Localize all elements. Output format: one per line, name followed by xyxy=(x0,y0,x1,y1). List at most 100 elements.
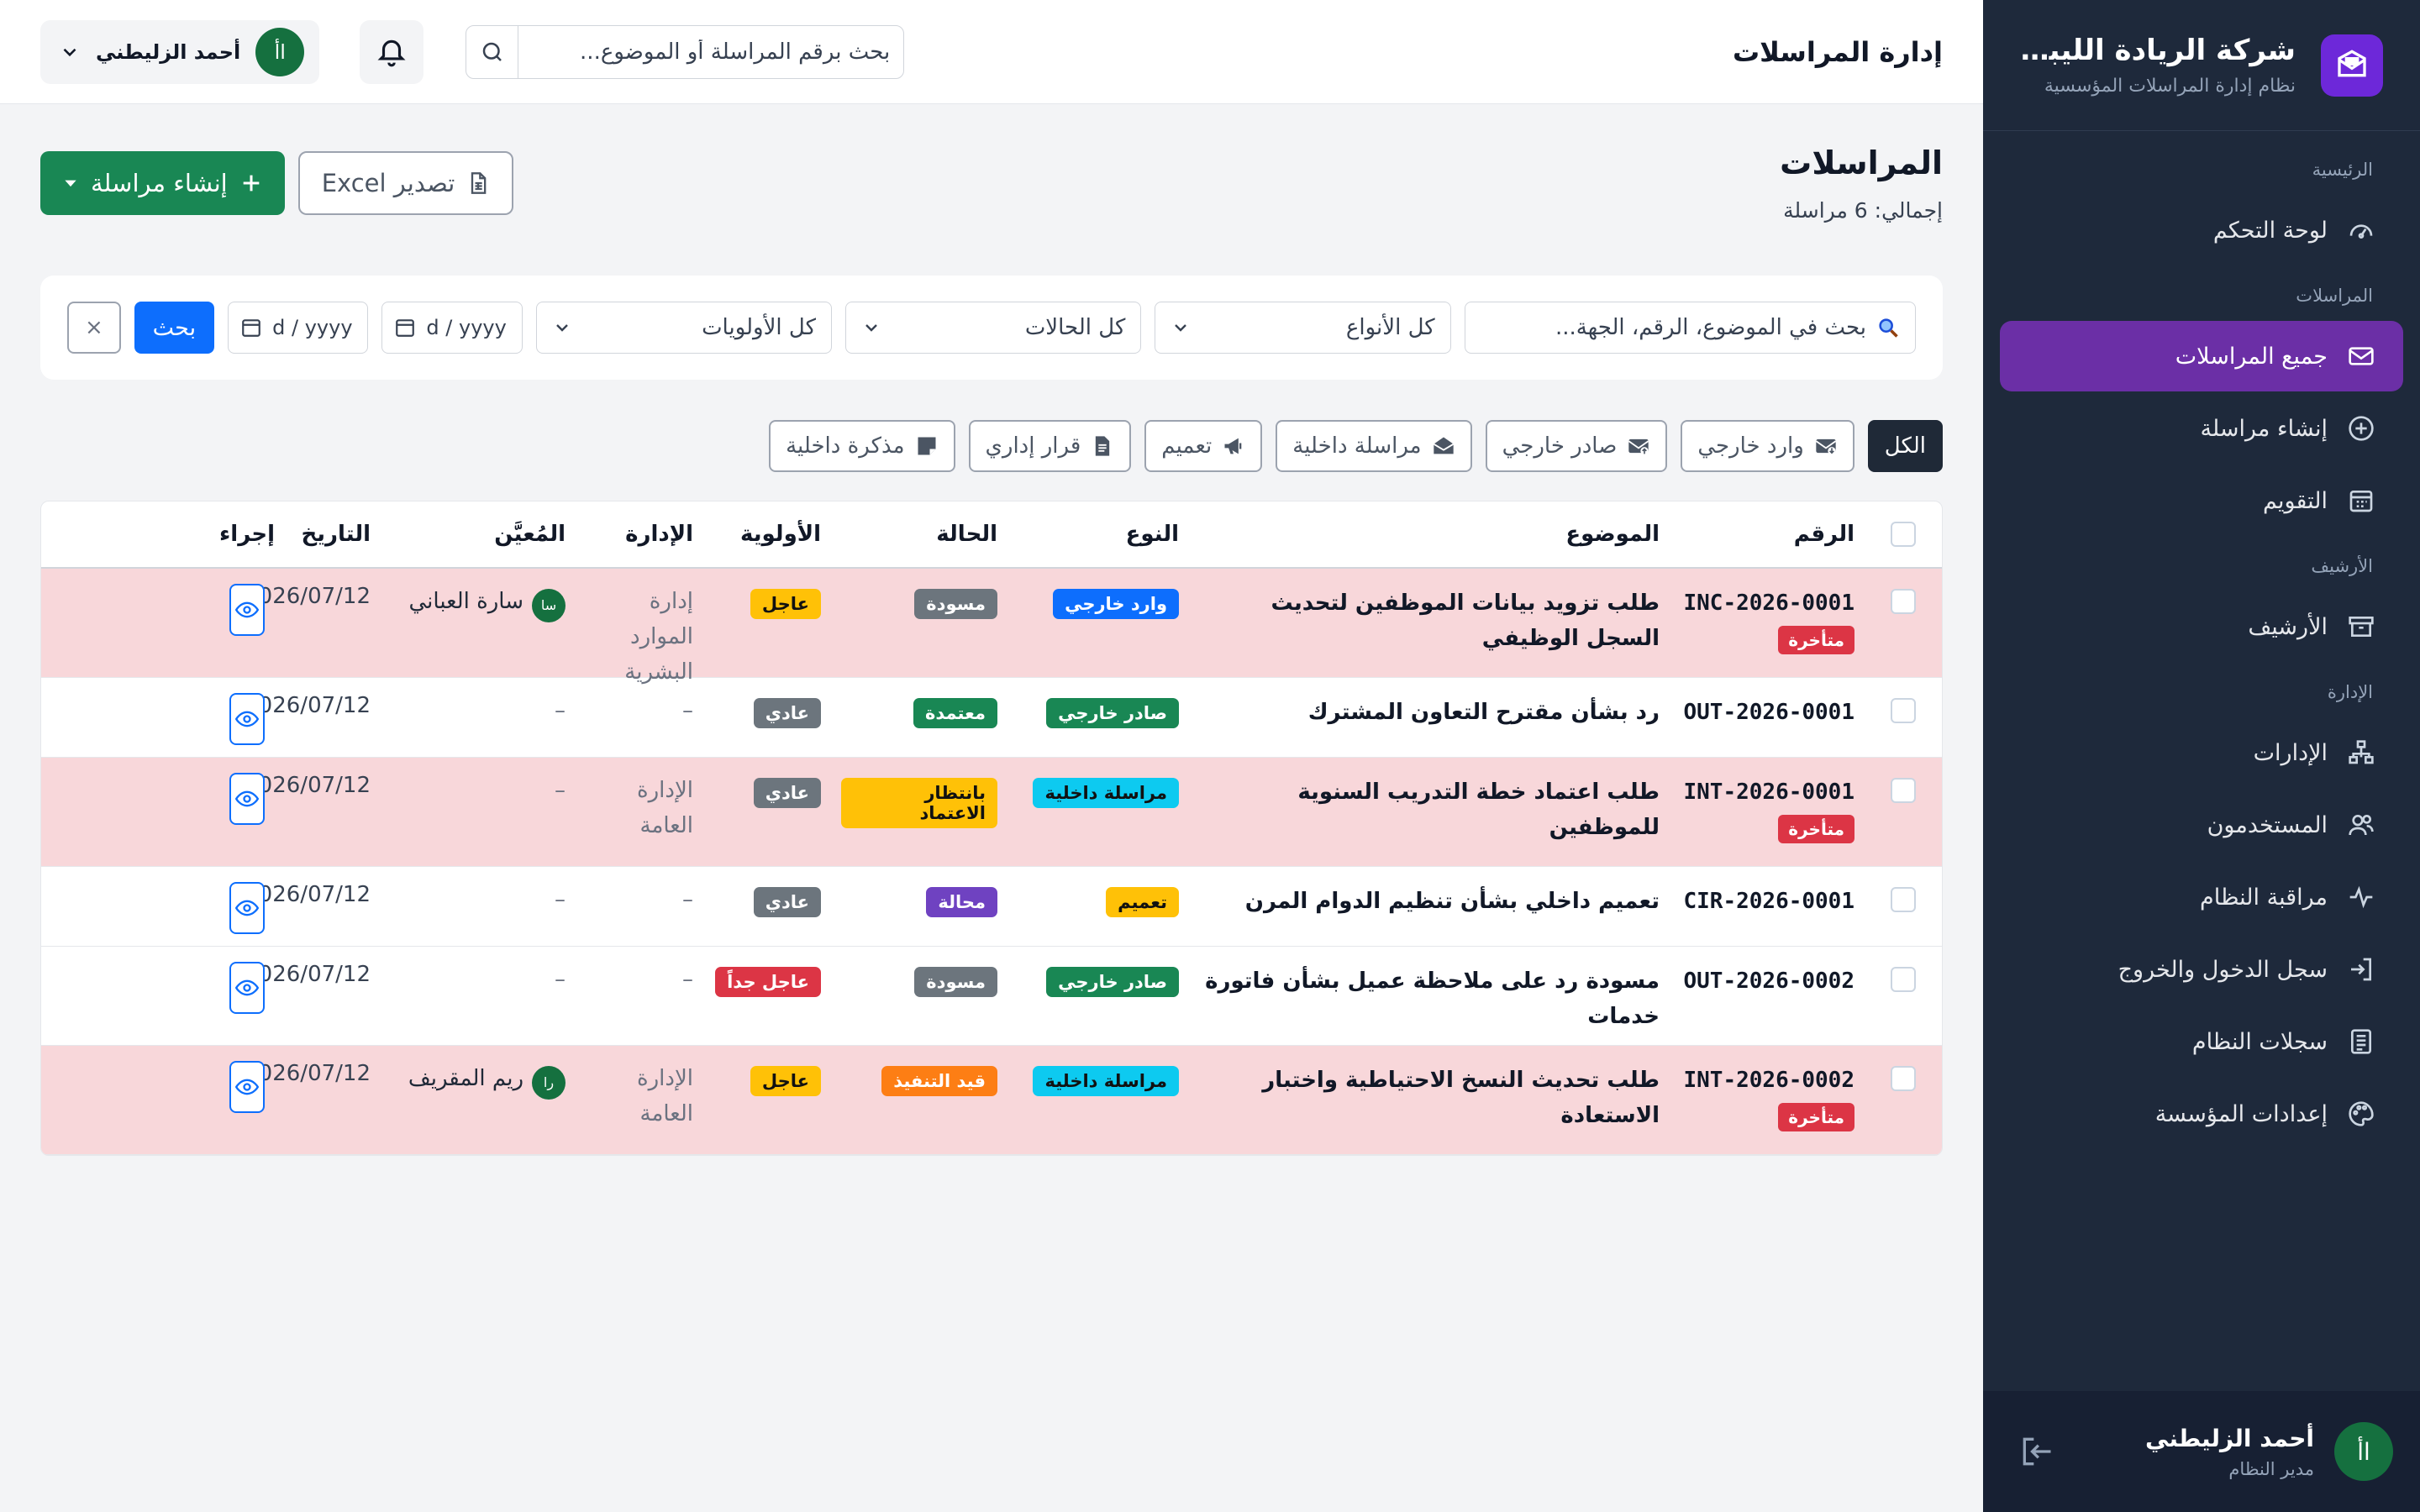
col-assignee: المُعيَّن xyxy=(494,522,566,547)
calendar-icon xyxy=(2346,486,2376,516)
select-all-checkbox[interactable] xyxy=(1891,522,1916,547)
sidebar-item-users[interactable]: المستخدمون xyxy=(2000,790,2403,860)
search-icon xyxy=(480,39,505,65)
priority-badge: عاجل xyxy=(750,1066,821,1096)
login-arrow-icon xyxy=(2346,954,2376,984)
header-search-button[interactable] xyxy=(466,25,519,78)
nav-section-archive: الأرشيف xyxy=(2311,556,2373,576)
chip-outgoing[interactable]: صادر خارجي xyxy=(1485,420,1668,472)
filter-search-button[interactable]: بحث xyxy=(134,302,215,354)
status-badge: مسودة xyxy=(914,967,997,997)
user-name: أحمد الزليطني xyxy=(2145,1424,2314,1452)
notifications-button[interactable] xyxy=(360,19,424,84)
org-chart-icon xyxy=(2346,738,2376,768)
sidebar-item-login-log[interactable]: سجل الدخول والخروج xyxy=(2000,934,2403,1005)
chip-memo[interactable]: مذكرة داخلية xyxy=(769,420,955,472)
correspondence-number[interactable]: INC-2026-0001 xyxy=(1680,591,1855,616)
user-name: أحمد الزليطني xyxy=(96,39,241,64)
correspondence-subject[interactable]: طلب اعتماد خطة التدريب السنوية للموظفين xyxy=(1199,774,1660,845)
sidebar-item-create[interactable]: إنشاء مراسلة xyxy=(2000,393,2403,464)
table-row[interactable]: INT-2026-0002 متأخرة طلب تحديث النسخ الا… xyxy=(41,1046,1942,1155)
row-checkbox[interactable] xyxy=(1891,698,1916,723)
chip-incoming[interactable]: وارد خارجي xyxy=(1681,420,1854,472)
table-row[interactable]: OUT-2026-0001 رد بشأن مقترح التعاون المش… xyxy=(41,678,1942,758)
type-badge: مراسلة داخلية xyxy=(1033,1066,1179,1096)
plus-icon xyxy=(239,171,263,195)
chip-decision[interactable]: قرار إداري xyxy=(968,420,1132,472)
create-label: إنشاء مراسلة xyxy=(91,169,228,197)
chip-label: صادر خارجي xyxy=(1502,433,1618,459)
col-subject: الموضوع xyxy=(1565,522,1660,547)
sidebar-item-dashboard[interactable]: لوحة التحكم xyxy=(2000,195,2403,265)
correspondence-number[interactable]: OUT-2026-0001 xyxy=(1680,700,1855,725)
correspondence-subject[interactable]: مسودة رد على ملاحظة عميل بشأن فاتورة خدم… xyxy=(1199,963,1660,1034)
priority-select[interactable]: كل الأولويات xyxy=(535,302,832,354)
view-button[interactable] xyxy=(229,584,265,636)
filter-search-input[interactable]: بحث في الموضوع، الرقم، الجهة... xyxy=(1464,302,1916,354)
view-button[interactable] xyxy=(229,773,265,825)
sidebar-item-all-correspondence[interactable]: جميع المراسلات xyxy=(2000,321,2403,391)
sidebar-item-monitor[interactable]: مراقبة النظام xyxy=(2000,862,2403,932)
view-button[interactable] xyxy=(229,1061,265,1113)
sidebar-item-settings[interactable]: إعدادات المؤسسة xyxy=(2000,1079,2403,1149)
table-row[interactable]: CIR-2026-0001 تعميم داخلي بشأن تنظيم الد… xyxy=(41,867,1942,947)
type-badge: مراسلة داخلية xyxy=(1033,778,1179,808)
col-date: التاريخ xyxy=(301,522,371,547)
sidebar-item-label: سجلات النظام xyxy=(2191,1028,2328,1055)
envelope-open-icon xyxy=(1432,434,1455,458)
header-search-input[interactable] xyxy=(518,25,904,78)
correspondence-subject[interactable]: رد بشأن مقترح التعاون المشترك xyxy=(1199,695,1660,730)
correspondence-number[interactable]: OUT-2026-0002 xyxy=(1680,969,1855,994)
chip-circular[interactable]: تعميم xyxy=(1144,420,1263,472)
row-checkbox[interactable] xyxy=(1891,1066,1916,1091)
correspondence-subject[interactable]: طلب تحديث النسخ الاحتياطية واختبار الاست… xyxy=(1199,1063,1660,1133)
correspondence-number[interactable]: CIR-2026-0001 xyxy=(1680,889,1855,914)
type-select[interactable]: كل الأنواع xyxy=(1155,302,1451,354)
row-checkbox[interactable] xyxy=(1891,778,1916,803)
status-select-value: كل الحالات xyxy=(1024,315,1126,340)
table-row[interactable]: INT-2026-0001 متأخرة طلب اعتماد خطة التد… xyxy=(41,758,1942,867)
date-from-input[interactable]: d / yyyy xyxy=(228,302,369,354)
chip-internal[interactable]: مراسلة داخلية xyxy=(1276,420,1472,472)
envelope-out-icon xyxy=(1627,434,1650,458)
clear-filters-button[interactable]: × xyxy=(66,302,121,354)
user-menu-button[interactable]: اأ أحمد الزليطني xyxy=(40,19,320,84)
row-checkbox[interactable] xyxy=(1891,887,1916,912)
row-checkbox[interactable] xyxy=(1891,589,1916,614)
col-action: إجراء xyxy=(218,522,276,547)
date-to-input[interactable]: d / yyyy xyxy=(381,302,523,354)
correspondence-subject[interactable]: طلب تزويد بيانات الموظفين لتحديث السجل ا… xyxy=(1199,585,1660,656)
view-button[interactable] xyxy=(229,882,265,934)
sidebar-item-calendar[interactable]: التقويم xyxy=(2000,465,2403,536)
correspondence-subject[interactable]: تعميم داخلي بشأن تنظيم الدوام المرن xyxy=(1199,884,1660,919)
status-select[interactable]: كل الحالات xyxy=(845,302,1142,354)
table-header: الرقم الموضوع النوع الحالة الأولوية الإد… xyxy=(41,501,1942,569)
header-title: إدارة المراسلات xyxy=(1732,35,1943,68)
view-button[interactable] xyxy=(229,962,265,1014)
department: الإدارة العامة xyxy=(636,1066,693,1126)
logout-icon[interactable] xyxy=(2018,1433,2055,1470)
type-badge: صادر خارجي xyxy=(1046,698,1179,728)
type-badge: صادر خارجي xyxy=(1046,967,1179,997)
correspondence-number[interactable]: INT-2026-0002 xyxy=(1680,1068,1855,1093)
sidebar-item-archive[interactable]: الأرشيف xyxy=(2000,591,2403,662)
sidebar-item-system-logs[interactable]: سجلات النظام xyxy=(2000,1006,2403,1077)
table-row[interactable]: INC-2026-0001 متأخرة طلب تزويد بيانات ال… xyxy=(41,569,1942,685)
create-correspondence-button[interactable]: إنشاء مراسلة xyxy=(40,151,285,215)
calendar-icon xyxy=(240,317,262,339)
journal-list-icon xyxy=(2346,1026,2376,1057)
view-button[interactable] xyxy=(229,693,265,745)
date-from-value: d / yyyy xyxy=(272,316,353,339)
row-checkbox[interactable] xyxy=(1891,967,1916,992)
export-excel-button[interactable]: تصدير Excel xyxy=(297,151,514,215)
priority-select-value: كل الأولويات xyxy=(702,315,816,340)
correspondence-number[interactable]: INT-2026-0001 xyxy=(1680,780,1855,805)
table-row[interactable]: OUT-2026-0002 مسودة رد على ملاحظة عميل ب… xyxy=(41,947,1942,1046)
sidebar-item-label: التقويم xyxy=(2263,487,2328,514)
sidebar-item-departments[interactable]: الإدارات xyxy=(2000,717,2403,788)
col-type: النوع xyxy=(1125,522,1179,547)
caret-down-icon xyxy=(62,175,79,192)
chip-all[interactable]: الكل xyxy=(1867,420,1943,472)
eye-icon xyxy=(235,598,259,622)
assignee-name: – xyxy=(555,698,566,723)
